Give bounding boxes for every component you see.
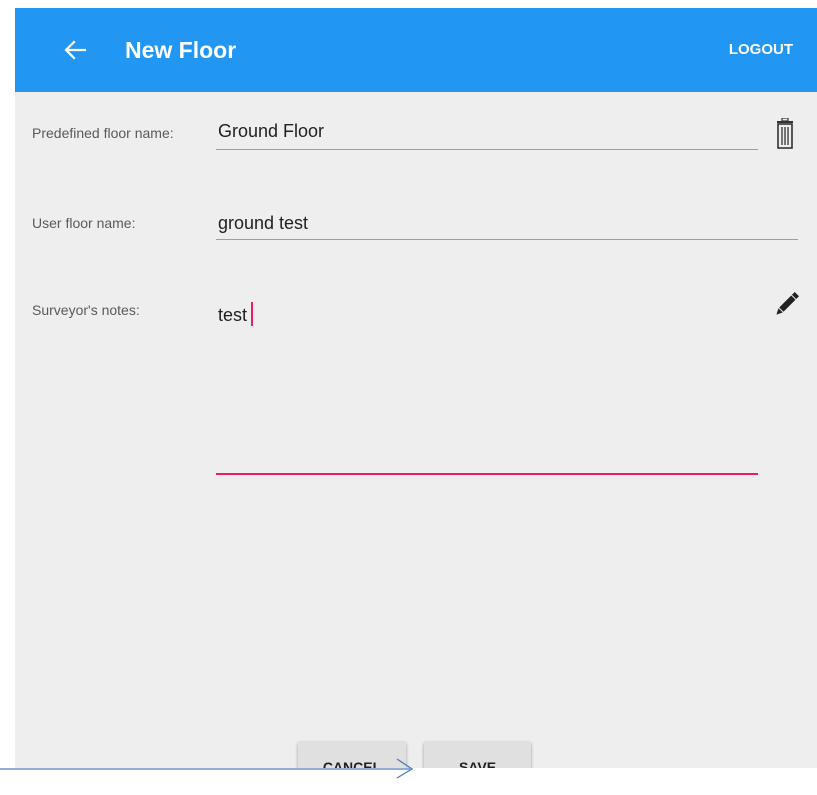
back-button[interactable]	[59, 34, 91, 66]
text-cursor	[251, 302, 253, 326]
new-floor-screen: New Floor LOGOUT Predefined floor name: …	[15, 8, 817, 768]
page-title: New Floor	[125, 37, 237, 63]
pencil-icon[interactable]	[770, 287, 804, 321]
predefined-floor-name-field[interactable]: Ground Floor	[218, 121, 324, 142]
save-button[interactable]: SAVE	[424, 742, 531, 768]
surveyors-notes-underline	[216, 473, 758, 475]
app-bar: New Floor LOGOUT	[15, 8, 817, 92]
annotation-arrow	[0, 758, 414, 779]
surveyors-notes-field[interactable]: test	[218, 305, 247, 326]
surveyors-notes-label: Surveyor's notes:	[32, 302, 140, 318]
arrow-back-icon	[64, 40, 87, 60]
user-floor-name-label: User floor name:	[32, 215, 136, 231]
trash-icon[interactable]	[775, 117, 795, 150]
predefined-floor-name-underline	[216, 149, 758, 150]
logout-button[interactable]: LOGOUT	[729, 38, 793, 62]
predefined-floor-name-label: Predefined floor name:	[32, 125, 174, 141]
user-floor-name-underline	[216, 239, 798, 240]
user-floor-name-field[interactable]: ground test	[218, 213, 308, 234]
